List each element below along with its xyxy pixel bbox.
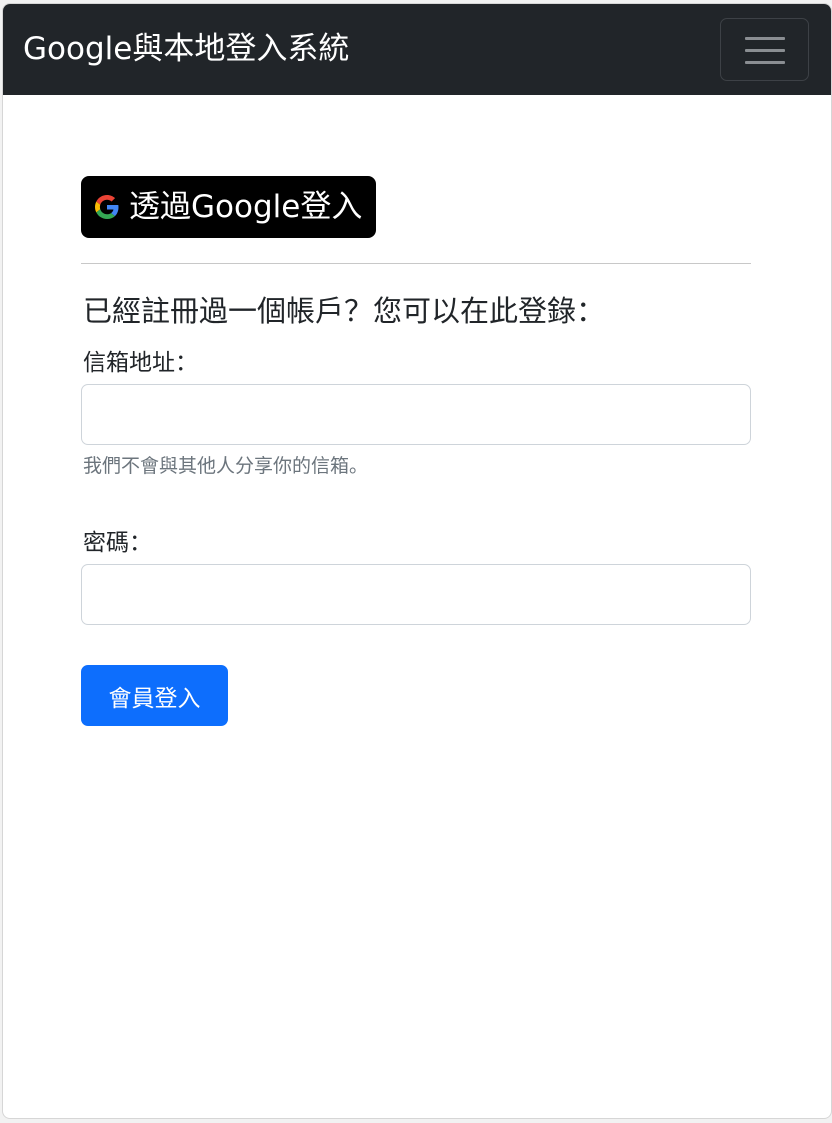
google-login-button[interactable]: 透過Google登入 bbox=[81, 176, 377, 238]
page-frame: Google與本地登入系統 透過Google登入 已經註冊過一個帳戶？您可以在此… bbox=[2, 3, 832, 1119]
hamburger-menu-icon-bar bbox=[745, 49, 785, 52]
navbar-toggler-button[interactable] bbox=[720, 18, 809, 81]
hamburger-menu-icon-bar bbox=[745, 61, 785, 64]
google-login-label: 透過Google登入 bbox=[129, 189, 363, 225]
section-divider bbox=[81, 263, 751, 264]
hamburger-menu-icon bbox=[745, 37, 785, 40]
email-help-text: 我們不會與其他人分享你的信箱。 bbox=[83, 455, 369, 477]
login-heading: 已經註冊過一個帳戶？您可以在此登錄： bbox=[83, 294, 606, 328]
email-label: 信箱地址： bbox=[83, 350, 198, 376]
member-login-button[interactable]: 會員登入 bbox=[81, 665, 228, 726]
top-navbar: Google與本地登入系統 bbox=[3, 4, 831, 95]
password-input[interactable] bbox=[81, 564, 751, 625]
email-input[interactable] bbox=[81, 384, 751, 445]
password-label: 密碼： bbox=[83, 530, 152, 556]
google-g-icon bbox=[95, 195, 119, 219]
navbar-brand[interactable]: Google與本地登入系統 bbox=[23, 27, 349, 71]
